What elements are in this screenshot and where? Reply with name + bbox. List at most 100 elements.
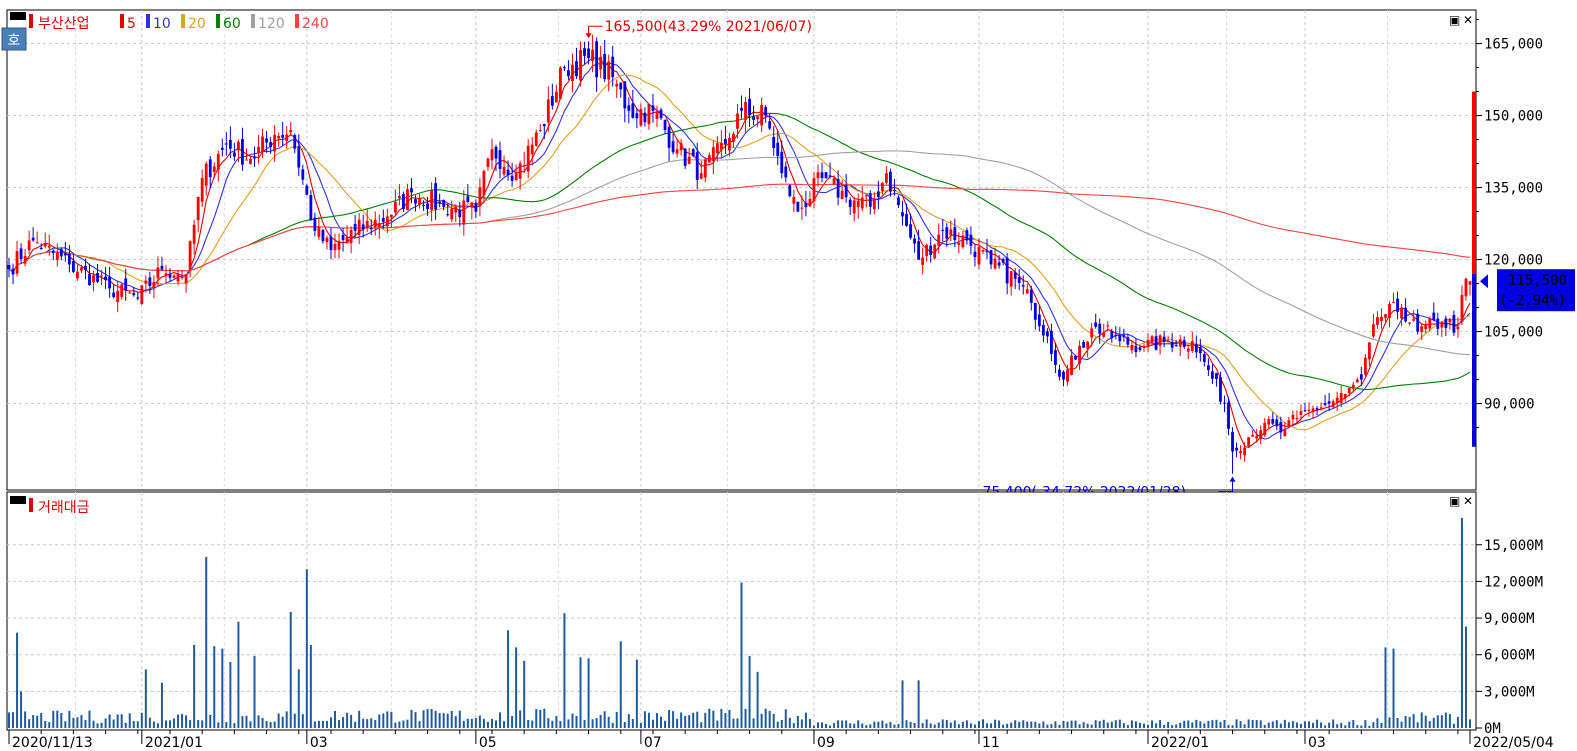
volume-bar xyxy=(177,714,180,728)
volume-bar xyxy=(889,721,892,728)
close-icon[interactable]: ✕ xyxy=(1463,494,1473,508)
volume-bar xyxy=(321,720,324,728)
volume-bar xyxy=(615,711,618,728)
hoga-button[interactable]: 호 xyxy=(1,27,27,51)
volume-bar xyxy=(704,712,707,728)
volume-bar xyxy=(426,709,429,728)
volume-bar xyxy=(1002,724,1005,728)
volume-bar xyxy=(531,720,534,728)
volume-bar xyxy=(281,716,284,728)
volume-bar xyxy=(1364,720,1367,728)
current-price-marker-icon xyxy=(1480,274,1488,289)
volume-bar xyxy=(1223,719,1226,728)
volume-bar xyxy=(909,721,912,728)
date-tick-label: 11 xyxy=(982,735,1000,751)
ma-legend-label: 5 xyxy=(127,16,136,32)
volume-bar xyxy=(639,722,642,728)
volume-panel[interactable] xyxy=(6,491,1477,731)
volume-bar xyxy=(583,719,586,728)
ma-legend-label: 240 xyxy=(302,16,329,32)
volume-bar xyxy=(438,713,441,728)
volume-bar xyxy=(1163,724,1166,728)
volume-bar xyxy=(949,722,952,728)
volume-bar xyxy=(1352,720,1355,728)
volume-bar xyxy=(917,680,920,728)
volume-bar xyxy=(933,724,936,728)
maximize-icon[interactable]: ▣ xyxy=(1449,494,1460,508)
volume-bar xyxy=(523,660,526,728)
volume-bar xyxy=(603,711,606,728)
volume-bar xyxy=(1138,722,1141,728)
volume-bar xyxy=(309,644,312,728)
volume-bar xyxy=(104,718,107,728)
ma-legend-marker-icon xyxy=(146,14,150,28)
volume-bar xyxy=(277,713,280,728)
hoga-button-label[interactable]: 호 xyxy=(8,33,21,49)
volume-bar xyxy=(535,709,538,728)
volume-bar xyxy=(1126,725,1129,728)
volume-bar xyxy=(414,712,417,728)
volume-bar xyxy=(346,712,349,728)
volume-bar xyxy=(390,711,393,728)
close-icon[interactable]: ✕ xyxy=(1463,13,1473,27)
volume-bar xyxy=(1211,720,1214,728)
volume-bar xyxy=(305,569,308,728)
volume-bar xyxy=(660,716,663,728)
volume-bar xyxy=(382,713,385,728)
volume-bar xyxy=(124,722,127,728)
volume-bar xyxy=(684,715,687,728)
volume-bar xyxy=(358,710,361,728)
volume-bar xyxy=(1456,716,1459,728)
volume-bar xyxy=(627,714,630,728)
volume-bar xyxy=(354,721,357,728)
price-panel[interactable]: 165,500(43.29% 2021/06/07) 75,400(-34.72… xyxy=(6,9,1477,501)
date-tick-label: 2022/01 xyxy=(1151,735,1209,751)
volume-bar xyxy=(692,712,695,728)
volume-bar xyxy=(1179,722,1182,728)
volume-bar xyxy=(1324,725,1327,728)
volume-bar xyxy=(394,722,397,728)
volume-bar xyxy=(100,722,103,728)
volume-bar xyxy=(740,582,743,728)
volume-bar xyxy=(655,713,658,728)
max-price-annotation: 165,500(43.29% 2021/06/07) xyxy=(605,19,812,35)
volume-bar xyxy=(1344,725,1347,728)
volume-bar xyxy=(499,712,502,728)
volume-bar xyxy=(676,718,679,728)
volume-tick-label: 9,000M xyxy=(1484,611,1535,627)
volume-bar xyxy=(1308,721,1311,728)
volume-bar xyxy=(957,724,960,728)
price-tick-label: 90,000 xyxy=(1484,397,1535,413)
volume-bar xyxy=(1428,721,1431,728)
volume-bar xyxy=(88,710,91,728)
volume-bar xyxy=(1320,722,1323,728)
volume-tick-label: 3,000M xyxy=(1484,684,1535,700)
volume-bar xyxy=(1360,725,1363,728)
volume-bar xyxy=(140,712,143,728)
candle xyxy=(140,284,144,305)
volume-bar xyxy=(881,720,884,728)
volume-bar xyxy=(209,714,212,728)
volume-y-axis: 0M3,000M6,000M9,000M12,000M15,000M xyxy=(1476,538,1543,737)
volume-tick-label: 12,000M xyxy=(1484,574,1543,590)
ma-legend-marker-icon xyxy=(181,14,185,28)
volume-bar xyxy=(913,722,916,728)
volume-bar xyxy=(1271,721,1274,728)
volume-bar xyxy=(1191,722,1194,728)
volume-bar xyxy=(446,713,449,728)
volume-bar xyxy=(313,721,316,728)
volume-bar xyxy=(1392,648,1395,728)
volume-bar xyxy=(1010,722,1013,728)
volume-bar xyxy=(1110,721,1113,728)
volume-bar xyxy=(1058,724,1061,728)
maximize-icon[interactable]: ▣ xyxy=(1449,13,1460,27)
stock-chart[interactable]: 165,500(43.29% 2021/06/07) 75,400(-34.72… xyxy=(0,0,1577,751)
volume-bar xyxy=(1199,721,1202,728)
date-tick-label: 2022/05/04 xyxy=(1473,735,1554,751)
volume-bar xyxy=(579,657,582,728)
volume-tick-label: 15,000M xyxy=(1484,538,1543,554)
volume-bar xyxy=(1062,720,1065,728)
current-price: 115,500 xyxy=(1508,273,1567,289)
ma-legend-label: 60 xyxy=(223,16,241,32)
volume-bar xyxy=(865,725,868,728)
